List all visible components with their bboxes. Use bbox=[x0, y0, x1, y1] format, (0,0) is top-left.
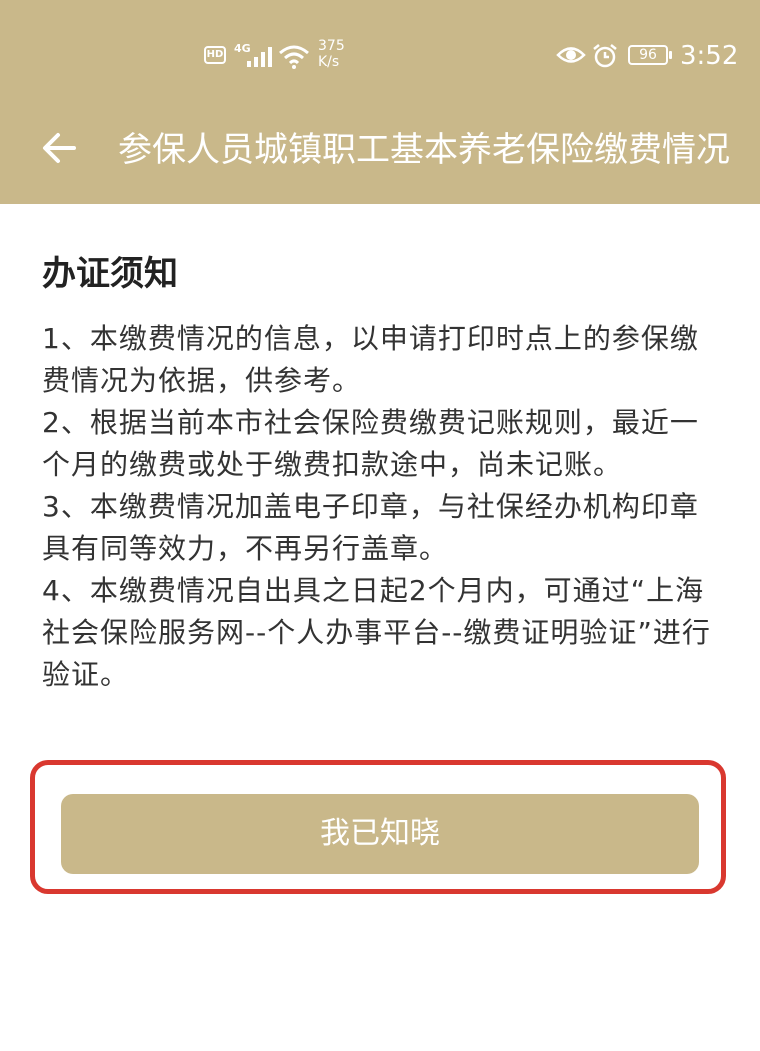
arrow-left-icon[interactable] bbox=[38, 126, 82, 170]
notice-section: 办证须知 1、本缴费情况的信息，以申请打印时点上的参保缴费情况为依据，供参考。 … bbox=[42, 250, 722, 696]
app-header: HD 4G 375 K/s 96 3:52 参保人员城镇职工基本养老保险缴费情况 bbox=[0, 0, 760, 204]
speed-unit: K/s bbox=[318, 54, 340, 70]
notice-item: 4、本缴费情况自出具之日起2个月内，可通过“上海社会保险服务网--个人办事平台-… bbox=[42, 574, 711, 691]
alarm-icon bbox=[593, 44, 617, 68]
notice-item: 3、本缴费情况加盖电子印章，与社保经办机构印章具有同等效力，不再另行盖章。 bbox=[42, 490, 699, 565]
notice-item: 2、根据当前本市社会保险费缴费记账规则，最近一个月的缴费或处于缴费扣款途中，尚未… bbox=[42, 406, 699, 481]
hd-icon: HD bbox=[204, 46, 226, 64]
battery-icon: 96 bbox=[628, 45, 672, 65]
notice-heading: 办证须知 bbox=[42, 254, 178, 294]
clock-time: 3:52 bbox=[680, 41, 739, 71]
eye-icon bbox=[556, 47, 586, 63]
wifi-icon bbox=[279, 45, 309, 69]
acknowledge-button[interactable]: 我已知晓 bbox=[61, 794, 699, 874]
status-bar: HD 4G 375 K/s 96 3:52 bbox=[0, 0, 760, 100]
network-speed: 375 K/s bbox=[318, 38, 358, 70]
page-title: 参保人员城镇职工基本养老保险缴费情况 bbox=[118, 130, 730, 170]
speed-value: 375 bbox=[318, 38, 345, 54]
notice-list: 1、本缴费情况的信息，以申请打印时点上的参保缴费情况为依据，供参考。 2、根据当… bbox=[42, 318, 722, 696]
notice-item: 1、本缴费情况的信息，以申请打印时点上的参保缴费情况为依据，供参考。 bbox=[42, 322, 699, 397]
signal-icon bbox=[247, 47, 272, 67]
